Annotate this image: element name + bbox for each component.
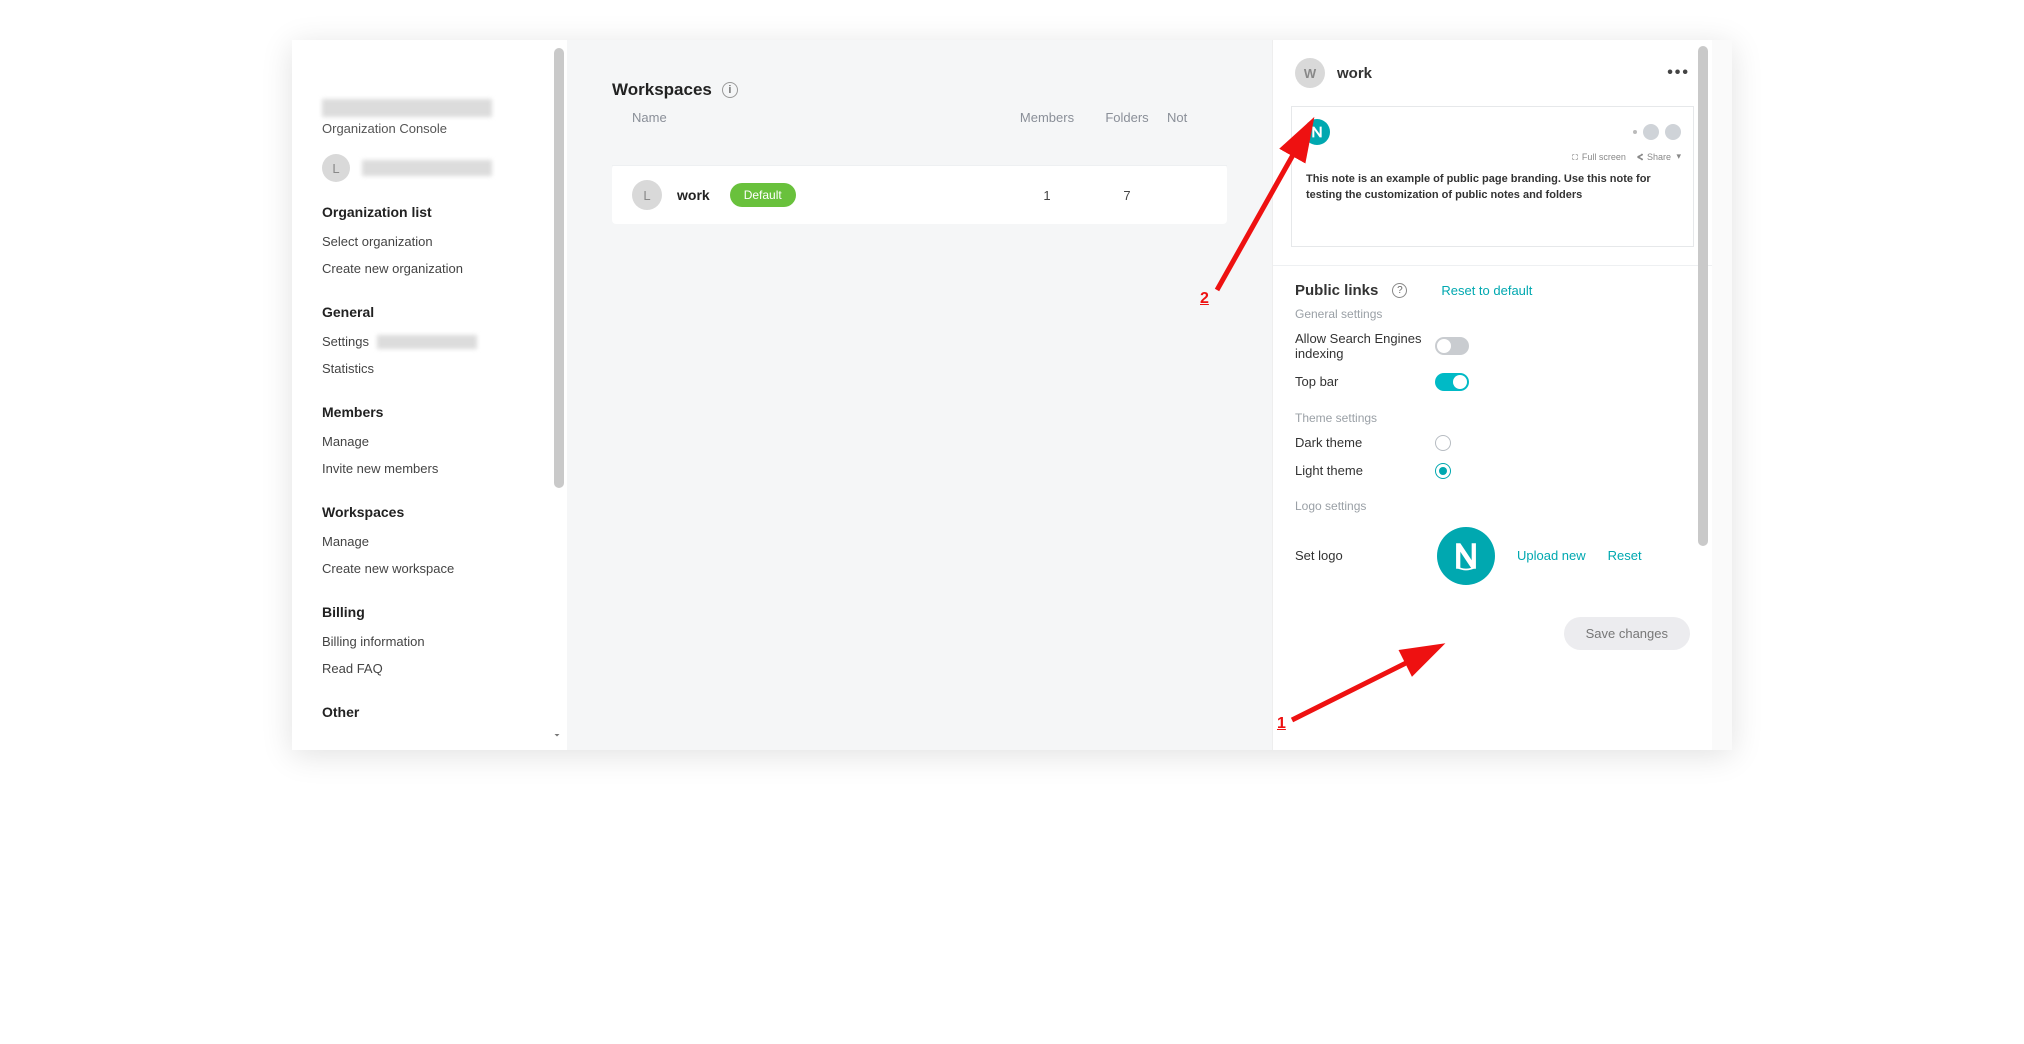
reset-logo-link[interactable]: Reset (1608, 548, 1642, 563)
save-changes-button[interactable]: Save changes (1564, 617, 1690, 650)
help-icon[interactable]: ? (1392, 283, 1407, 298)
chevron-down-icon[interactable] (551, 728, 563, 746)
panel-title: work (1337, 65, 1655, 82)
sidebar-item-select-org[interactable]: Select organization (322, 228, 567, 255)
share-link[interactable]: Share ▾ (1636, 151, 1681, 162)
toggle-top-bar[interactable] (1435, 373, 1469, 391)
sidebar-item-statistics[interactable]: Statistics (322, 355, 567, 382)
sidebar-section-billing: Billing (322, 604, 567, 620)
cell-folders: 7 (1087, 188, 1167, 203)
user-icon (1643, 124, 1659, 140)
sidebar-item-ws-manage[interactable]: Manage (322, 528, 567, 555)
user-icon (1665, 124, 1681, 140)
sidebar-section-general: General (322, 304, 567, 320)
nimbus-logo-icon (1437, 527, 1495, 585)
label-set-logo: Set logo (1295, 548, 1415, 563)
branding-preview: Full screen Share ▾ This note is an exam… (1291, 106, 1694, 247)
page-title: Workspaces (612, 80, 712, 100)
sidebar-scrollbar-thumb[interactable] (554, 48, 564, 488)
workspace-name: work (677, 187, 710, 203)
col-name: Name (632, 110, 1007, 125)
col-members: Members (1007, 110, 1087, 125)
user-avatar[interactable]: L (322, 154, 350, 182)
sidebar-item-billing-info[interactable]: Billing information (322, 628, 567, 655)
table-row[interactable]: L work Default 1 7 (612, 165, 1227, 224)
group-general-settings: General settings (1295, 307, 1690, 321)
redacted-username (362, 160, 492, 176)
sidebar-section-workspaces: Workspaces (322, 504, 567, 520)
label-top-bar: Top bar (1295, 374, 1435, 389)
sidebar-item-members-manage[interactable]: Manage (322, 428, 567, 455)
nimbus-logo-icon (1304, 119, 1330, 145)
group-theme-settings: Theme settings (1295, 411, 1690, 425)
cell-members: 1 (1007, 188, 1087, 203)
more-icon[interactable]: ••• (1667, 64, 1690, 82)
redacted-text (322, 99, 492, 117)
section-public-links: Public links (1295, 282, 1378, 299)
sidebar-item-create-org[interactable]: Create new organization (322, 255, 567, 282)
label-light-theme: Light theme (1295, 463, 1435, 478)
workspace-avatar: L (632, 180, 662, 210)
preview-text: This note is an example of public page b… (1306, 172, 1679, 204)
group-logo-settings: Logo settings (1295, 499, 1690, 513)
sidebar-item-read-faq[interactable]: Read FAQ (322, 655, 567, 682)
fullscreen-link[interactable]: Full screen (1571, 151, 1626, 162)
sidebar-section-members: Members (322, 404, 567, 420)
label-dark-theme: Dark theme (1295, 435, 1435, 450)
default-badge: Default (730, 183, 796, 207)
radio-light-theme[interactable] (1435, 463, 1451, 479)
console-label: Organization Console (322, 121, 567, 136)
sidebar: Organization Console L Organization list… (292, 40, 567, 750)
reset-to-default-link[interactable]: Reset to default (1441, 283, 1532, 298)
toggle-allow-search[interactable] (1435, 337, 1469, 355)
dot-icon (1633, 130, 1637, 134)
main-content: Workspaces i Name Members Folders Not L … (567, 40, 1272, 750)
sidebar-item-create-ws[interactable]: Create new workspace (322, 555, 567, 582)
details-panel: W work ••• Full screen Share ▾ This note… (1272, 40, 1712, 750)
redacted-text (377, 335, 477, 349)
col-folders: Folders (1087, 110, 1167, 125)
upload-new-link[interactable]: Upload new (1517, 548, 1586, 563)
sidebar-section-organization: Organization list (322, 204, 567, 220)
workspace-avatar: W (1295, 58, 1325, 88)
panel-scrollbar-thumb[interactable] (1698, 46, 1708, 546)
radio-dark-theme[interactable] (1435, 435, 1451, 451)
label-allow-search: Allow Search Engines indexing (1295, 331, 1435, 361)
sidebar-item-invite-members[interactable]: Invite new members (322, 455, 567, 482)
sidebar-section-other: Other (322, 704, 567, 720)
sidebar-item-settings[interactable]: Settings (322, 328, 567, 355)
col-notes: Not (1167, 110, 1207, 125)
info-icon[interactable]: i (722, 82, 738, 98)
